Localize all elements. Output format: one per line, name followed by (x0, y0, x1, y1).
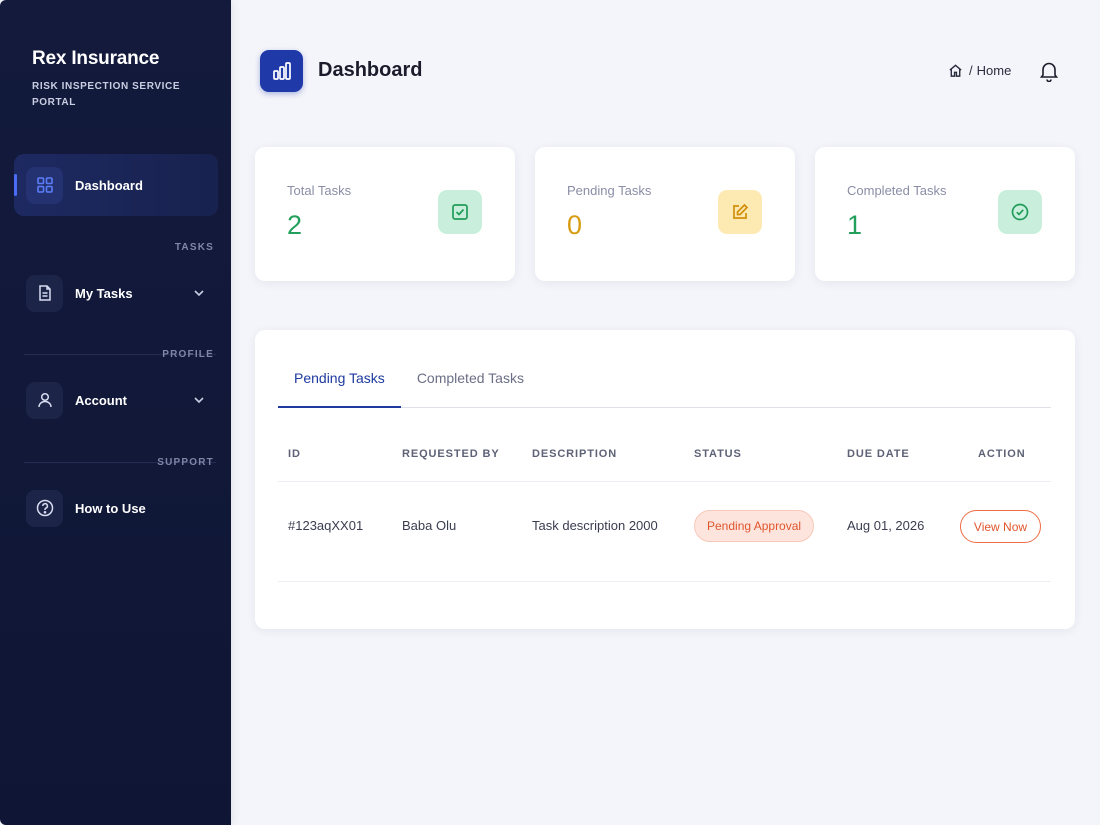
bar-chart-icon (260, 50, 303, 92)
status-badge: Pending Approval (694, 510, 815, 542)
page-title: Dashboard (318, 59, 423, 81)
edit-icon (718, 190, 762, 234)
column-header-description: DESCRIPTION (532, 448, 618, 460)
sidebar-item-label: My Tasks (75, 285, 133, 301)
column-header-action: ACTION (978, 448, 1026, 460)
tab-completed-tasks[interactable]: Completed Tasks (401, 360, 540, 408)
cell-description: Task description 2000 (532, 518, 658, 533)
sidebar-item-label: How to Use (75, 500, 146, 516)
breadcrumb-separator: / (969, 63, 973, 78)
brand: Rex Insurance RISK INSPECTION SERVICE PO… (32, 48, 192, 111)
bell-icon[interactable] (1039, 60, 1059, 82)
sidebar-item-dashboard-container: Dashboard (14, 154, 218, 216)
stat-value: 2 (287, 210, 303, 240)
breadcrumb-home[interactable]: Home (977, 63, 1012, 78)
column-header-id: ID (288, 448, 301, 460)
stat-label: Pending Tasks (567, 183, 652, 198)
app-root: Rex Insurance RISK INSPECTION SERVICE PO… (0, 0, 1100, 825)
user-icon (26, 381, 63, 419)
check-circle-icon (998, 190, 1042, 234)
active-marker (14, 174, 17, 196)
brand-name: Rex Insurance (32, 48, 160, 69)
tab-pending-tasks[interactable]: Pending Tasks (278, 360, 401, 408)
section-label-support: SUPPORT (157, 457, 214, 468)
cell-requested-by: Baba Olu (402, 518, 457, 533)
view-now-button[interactable]: View Now (960, 510, 1041, 543)
cell-due-date: Aug 01, 2026 (847, 518, 925, 533)
sidebar-item-my-tasks[interactable]: My Tasks (26, 274, 218, 312)
section-label-profile: PROFILE (162, 349, 214, 360)
stat-card-total: Total Tasks 2 (255, 147, 515, 281)
check-square-icon (438, 190, 482, 234)
stat-card-completed: Completed Tasks 1 (815, 147, 1075, 281)
column-header-status: STATUS (694, 448, 742, 460)
tasks-card: Pending Tasks Completed Tasks ID REQUEST… (255, 330, 1075, 629)
help-circle-icon (26, 489, 63, 527)
stat-value: 0 (567, 210, 583, 240)
stat-label: Total Tasks (287, 183, 352, 198)
document-icon (26, 274, 63, 312)
stat-value: 1 (847, 210, 863, 240)
sidebar: Rex Insurance RISK INSPECTION SERVICE PO… (0, 0, 231, 825)
tabs: Pending Tasks Completed Tasks (278, 360, 1051, 408)
chevron-down-icon[interactable] (192, 393, 206, 407)
sidebar-item-account[interactable]: Account (26, 381, 218, 419)
column-header-due-date: DUE DATE (847, 448, 910, 460)
breadcrumb: / Home (948, 63, 1011, 78)
section-label-tasks: TASKS (174, 242, 214, 253)
grid-icon (26, 166, 63, 204)
sidebar-item-label: Account (75, 392, 127, 408)
sidebar-item-label: Dashboard (75, 177, 143, 193)
home-icon[interactable] (948, 63, 963, 78)
sidebar-item-dashboard[interactable]: Dashboard (26, 166, 218, 204)
main-content: Dashboard / Home Total Tasks 2 Pending T… (231, 0, 1100, 825)
table-row: #123aqXX01 Baba Olu Task description 200… (278, 483, 1051, 582)
chevron-down-icon[interactable] (192, 286, 206, 300)
stat-card-pending: Pending Tasks 0 (535, 147, 795, 281)
table-header: ID REQUESTED BY DESCRIPTION STATUS DUE D… (278, 448, 1051, 482)
sidebar-item-how-to-use[interactable]: How to Use (26, 489, 218, 527)
brand-subtitle: RISK INSPECTION SERVICE PORTAL (32, 81, 181, 108)
stat-label: Completed Tasks (847, 183, 947, 198)
cell-id: #123aqXX01 (288, 518, 364, 533)
column-header-requested-by: REQUESTED BY (402, 448, 500, 460)
